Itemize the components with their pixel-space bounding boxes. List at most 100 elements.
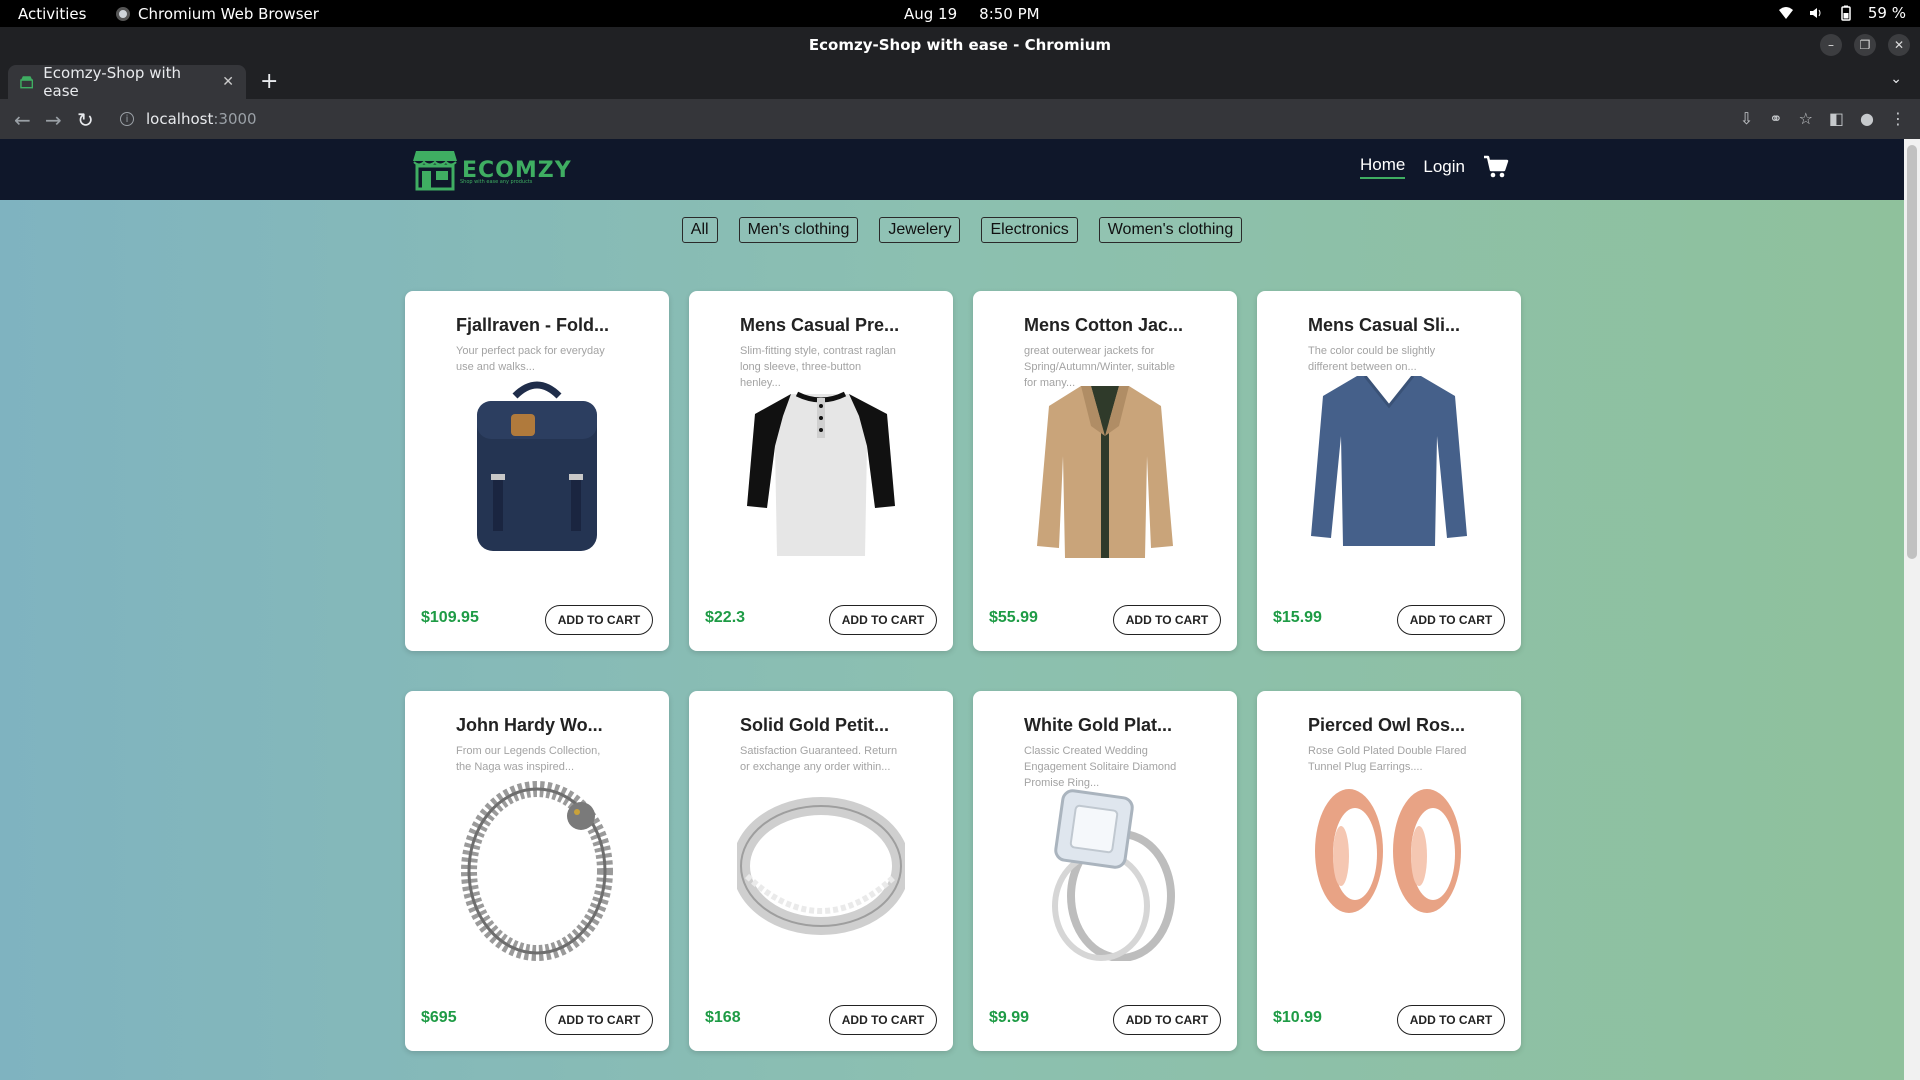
window-controls: – ❐ ✕ <box>1820 34 1910 56</box>
product-card[interactable]: Pierced Owl Ros... Rose Gold Plated Doub… <box>1257 691 1521 1051</box>
product-price: $695 <box>421 1009 457 1026</box>
product-title: Mens Casual Sli... <box>1308 315 1461 335</box>
activities-button[interactable]: Activities <box>18 5 86 23</box>
product-description: The color could be slightly different be… <box>1308 345 1436 373</box>
app-menu[interactable]: Chromium Web Browser <box>116 5 319 23</box>
date-text: Aug 19 <box>904 5 958 23</box>
product-card[interactable]: Solid Gold Petit... Satisfaction Guarant… <box>689 691 953 1051</box>
site-info-icon[interactable]: i <box>120 112 134 126</box>
add-to-cart-button[interactable]: ADD TO CART <box>545 605 653 635</box>
battery-percent: 59 % <box>1867 4 1906 22</box>
product-description: Your perfect pack for everyday use and w… <box>456 345 605 373</box>
filter-jewelery-button[interactable]: Jewelery <box>879 217 961 243</box>
scrollbar-thumb[interactable] <box>1907 145 1917 559</box>
battery-icon <box>1841 5 1851 21</box>
jacket-image <box>1037 386 1173 558</box>
chromium-icon <box>116 7 130 21</box>
bookmark-star-icon[interactable]: ☆ <box>1799 109 1813 128</box>
add-to-cart-button[interactable]: ADD TO CART <box>1113 1005 1221 1035</box>
product-price: $109.95 <box>421 609 479 626</box>
product-card[interactable]: John Hardy Wo... From our Legends Collec… <box>405 691 669 1051</box>
install-icon[interactable]: ⇩ <box>1740 109 1753 128</box>
nav-home-link[interactable]: Home <box>1360 155 1406 179</box>
share-icon[interactable]: ⚭ <box>1769 109 1782 128</box>
site-logo[interactable]: ECOMZY Shop with ease any products <box>412 149 572 191</box>
logo-tagline: Shop with ease any products <box>460 179 533 185</box>
filter-womens-clothing-button[interactable]: Women's clothing <box>1098 217 1243 243</box>
product-title: Mens Cotton Jac... <box>1024 315 1184 335</box>
sweater-image <box>1311 376 1467 546</box>
product-price: $22.3 <box>705 609 746 626</box>
browser-actions: ⇩ ⚭ ☆ ◧ ● ⋮ <box>1740 109 1906 128</box>
back-icon[interactable]: ← <box>14 108 31 132</box>
nav-login-link[interactable]: Login <box>1423 157 1465 177</box>
system-tray[interactable]: 59 % <box>1778 4 1906 22</box>
tab-close-icon[interactable]: ✕ <box>222 74 234 90</box>
new-tab-icon[interactable]: + <box>260 69 278 94</box>
side-panel-icon[interactable]: ◧ <box>1829 109 1844 128</box>
store-favicon-icon <box>20 76 34 89</box>
add-to-cart-button[interactable]: ADD TO CART <box>829 1005 937 1035</box>
product-price: $9.99 <box>989 1009 1030 1026</box>
product-card[interactable]: White Gold Plat... Classic Created Weddi… <box>973 691 1237 1051</box>
product-card[interactable]: Mens Casual Sli... The color could be sl… <box>1257 291 1521 651</box>
henley-shirt-image <box>747 391 895 556</box>
plug-earrings-image <box>1315 789 1461 913</box>
site-links: Home Login <box>1360 155 1509 179</box>
add-to-cart-button[interactable]: ADD TO CART <box>1397 605 1505 635</box>
close-icon[interactable]: ✕ <box>1888 34 1910 56</box>
window-title: Ecomzy-Shop with ease - Chromium <box>0 27 1920 63</box>
product-card[interactable]: Mens Casual Pre... Slim-fitting style, c… <box>689 291 953 651</box>
minimize-icon[interactable]: – <box>1820 34 1842 56</box>
site-navbar: ECOMZY Shop with ease any products Home … <box>0 139 1904 200</box>
storefront-logo-icon <box>413 151 457 191</box>
ring-band-image <box>737 797 905 935</box>
product-price: $55.99 <box>989 609 1038 626</box>
add-to-cart-button[interactable]: ADD TO CART <box>1397 1005 1505 1035</box>
product-grid: Fjallraven - Fold... Your perfect pack f… <box>405 291 1521 1051</box>
app-name: Chromium Web Browser <box>138 5 319 23</box>
tab-bar: Ecomzy-Shop with ease ✕ + ⌄ <box>0 63 1920 100</box>
add-to-cart-button[interactable]: ADD TO CART <box>545 1005 653 1035</box>
product-price: $10.99 <box>1273 1009 1322 1026</box>
url-host: localhost <box>146 110 214 128</box>
product-description: Rose Gold Plated Double Flared Tunnel Pl… <box>1308 745 1467 773</box>
reload-icon[interactable]: ↻ <box>77 108 94 132</box>
category-filters: All Men's clothing Jewelery Electronics … <box>0 217 1904 243</box>
filter-all-button[interactable]: All <box>681 217 718 243</box>
product-card[interactable]: Fjallraven - Fold... Your perfect pack f… <box>405 291 669 651</box>
product-title: John Hardy Wo... <box>456 715 603 735</box>
filter-electronics-button[interactable]: Electronics <box>981 217 1078 243</box>
tab-ecomzy[interactable]: Ecomzy-Shop with ease ✕ <box>8 64 246 100</box>
bracelet-image <box>461 781 613 961</box>
tab-title: Ecomzy-Shop with ease <box>43 64 182 100</box>
os-top-bar: Activities Chromium Web Browser Aug 19 8… <box>0 0 1920 27</box>
product-title: Pierced Owl Ros... <box>1308 715 1466 735</box>
product-price: $15.99 <box>1273 609 1322 626</box>
product-description: Satisfaction Guaranteed. Return or excha… <box>740 745 898 773</box>
product-title: Solid Gold Petit... <box>740 715 890 735</box>
profile-icon[interactable]: ● <box>1860 109 1874 128</box>
forward-icon[interactable]: → <box>45 108 62 132</box>
tab-search-chevron-icon[interactable]: ⌄ <box>1890 71 1902 87</box>
clock[interactable]: Aug 19 8:50 PM <box>904 5 1040 23</box>
diamond-ring-image <box>1052 789 1175 961</box>
product-description: From our Legends Collection, the Naga wa… <box>456 745 601 773</box>
product-card[interactable]: Mens Cotton Jac... great outerwear jacke… <box>973 291 1237 651</box>
url-input[interactable]: i localhost:3000 <box>112 104 1712 134</box>
product-title: Mens Casual Pre... <box>740 315 900 335</box>
page-scrollbar[interactable] <box>1904 139 1920 1080</box>
filter-mens-clothing-button[interactable]: Men's clothing <box>738 217 859 243</box>
restore-icon[interactable]: ❐ <box>1854 34 1876 56</box>
volume-icon <box>1809 8 1821 18</box>
product-title: White Gold Plat... <box>1024 715 1172 735</box>
time-text: 8:50 PM <box>979 5 1040 23</box>
url-port: :3000 <box>213 110 257 128</box>
add-to-cart-button[interactable]: ADD TO CART <box>1113 605 1221 635</box>
add-to-cart-button[interactable]: ADD TO CART <box>829 605 937 635</box>
backpack-image <box>477 381 597 551</box>
product-price: $168 <box>705 1009 741 1026</box>
cart-icon[interactable] <box>1483 155 1509 179</box>
wifi-icon <box>1778 7 1793 19</box>
menu-kebab-icon[interactable]: ⋮ <box>1890 109 1906 128</box>
